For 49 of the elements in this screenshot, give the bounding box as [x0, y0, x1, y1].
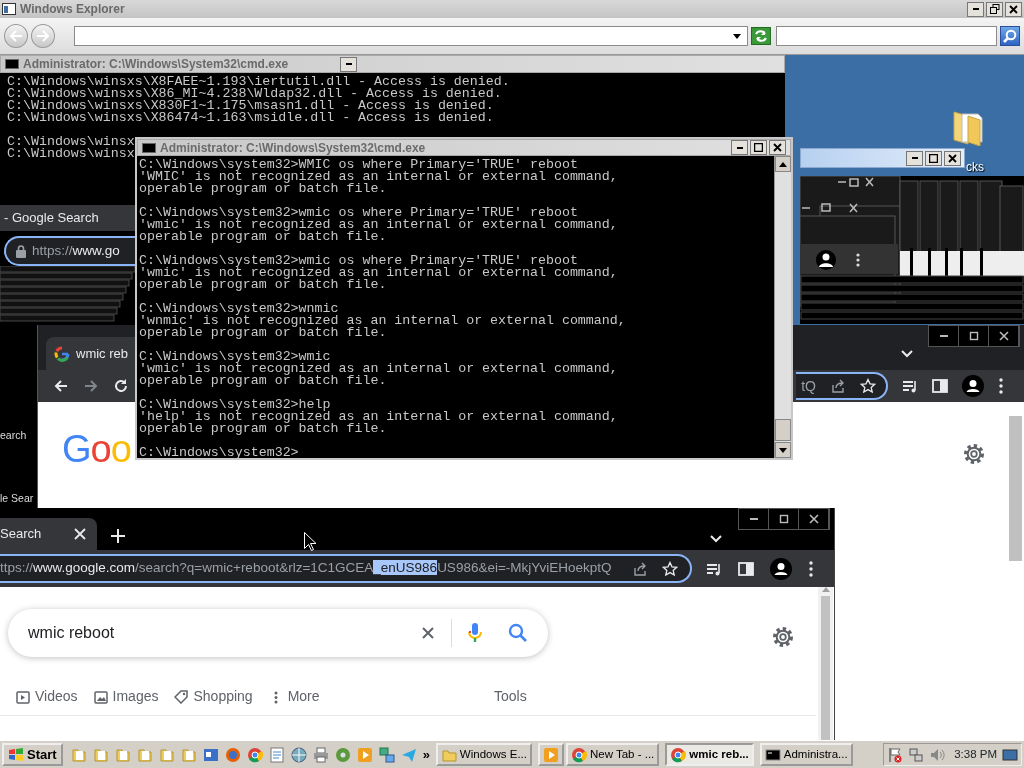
start-button[interactable]: Start	[2, 743, 63, 766]
console-line: C:\Windows\system32>WMIC os where Primary='TRUE' reboot	[139, 159, 578, 171]
console-line: operable program or batch file.	[139, 327, 387, 339]
address-bar[interactable]: https://www.go	[4, 236, 135, 266]
taskbar-button[interactable]: Administra...	[759, 743, 853, 766]
search-field[interactable]: wmic reboot	[8, 609, 548, 657]
logo: Goo	[62, 430, 131, 468]
console-line: C:\Windows\system32>help	[139, 399, 331, 411]
taskbar-button[interactable]: Windows E...	[435, 743, 532, 766]
console-line: C:\Windows\winsxs\X830F1~1.175\msasn1.dll - Access is denied.	[7, 100, 494, 112]
window-title: Administrator: C:\Windows\System32\cmd.exe	[160, 139, 426, 157]
taskbar-button[interactable]: wmic reb...	[665, 743, 754, 766]
taskbar-button[interactable]: New Tab - ...	[565, 743, 660, 766]
browser-tab[interactable]: - Google Search	[0, 205, 135, 231]
console-line: operable program or batch file.	[139, 423, 387, 435]
console-line: 'wmic' is not recognized as an internal or external command,	[139, 219, 618, 231]
console-line: operable program or batch file.	[139, 279, 387, 291]
browser-tab[interactable]: Search	[0, 518, 97, 550]
console-line: C:\Windows\system32>wmic	[139, 351, 331, 363]
address-bar[interactable]: tQ	[796, 372, 888, 400]
window-title: Administrator: C:\Windows\System32\cmd.exe	[23, 56, 289, 73]
console-line: 'wmic' is not recognized as an internal or external command,	[139, 363, 618, 375]
console-line: operable program or batch file.	[139, 375, 387, 387]
console-line: 'WMIC' is not recognized as an internal or external command,	[139, 171, 618, 183]
clock: 3:38 PM	[954, 746, 997, 762]
console-line: 'help' is not recognized as an internal or external command,	[139, 411, 618, 423]
text-selection: _enUS986	[373, 560, 438, 576]
filter-tab[interactable]: Videos	[16, 686, 78, 707]
console-line: operable program or batch file.	[139, 183, 387, 195]
console-line: C:\Windows\system32>wmic os where Primary='TRUE' reboot	[139, 255, 578, 267]
filter-tab[interactable]: More	[268, 686, 320, 707]
console-line: C:\Windows\winsxs\X86_MI~4.238\Wldap32.dll - Access is denied.	[7, 88, 502, 100]
console-line: 'wmic' is not recognized as an internal or external command,	[139, 267, 618, 279]
console-line: C:\Windows\system32>wmic os where Primary='TRUE' reboot	[139, 207, 578, 219]
console-prompt: C:\Windows\system32>	[139, 447, 299, 459]
console-line: C:\Windows\winsx	[7, 148, 135, 160]
desktop-icon-label[interactable]: cks	[966, 158, 984, 176]
filter-tab[interactable]: Shopping	[174, 686, 253, 707]
more-button[interactable]: »	[422, 744, 430, 765]
console-line: C:\Windows\winsx	[7, 136, 135, 148]
console-line: C:\Windows\winsxs\X86474~1.163\msidle.dll - Access is denied.	[7, 112, 494, 124]
console-line: C:\Windows\winsxs\X8FAEE~1.193\iertutil.dll - Access is denied.	[7, 76, 510, 88]
filter-tab[interactable]: Images	[93, 686, 159, 707]
window-title: Windows Explorer	[20, 1, 125, 18]
console-line: 'wnmic' is not recognized as an internal or external command,	[139, 315, 626, 327]
console-line: C:\Windows\system32>wnmic	[139, 303, 339, 315]
console-line: operable program or batch file.	[139, 231, 387, 243]
browser-tab[interactable]: wmic reb	[46, 337, 136, 370]
tools-button[interactable]: Tools	[494, 686, 527, 707]
